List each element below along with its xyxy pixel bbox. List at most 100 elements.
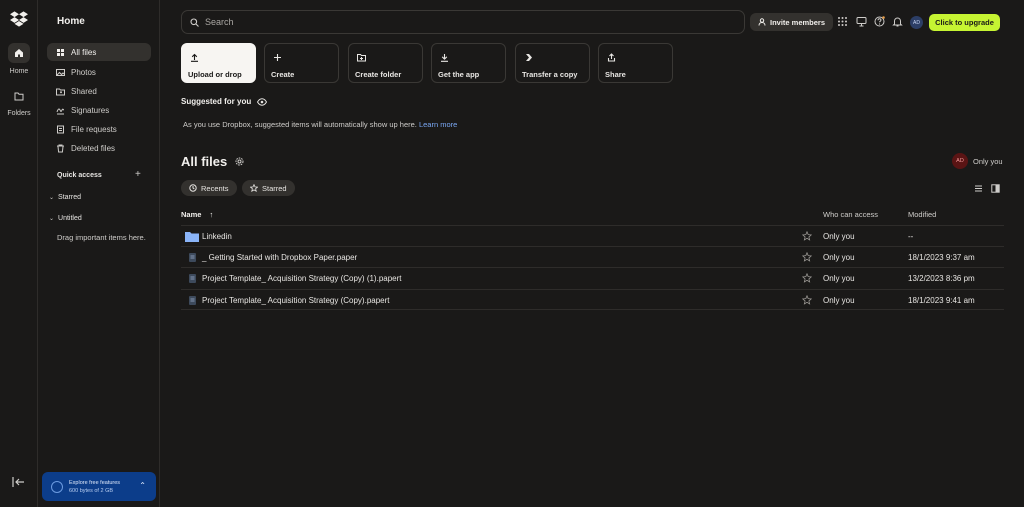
starred-chip-label: Starred [262, 183, 287, 193]
table-row[interactable]: Project Template_ Acquisition Strategy (… [181, 267, 1004, 288]
help-icon[interactable] [874, 16, 885, 27]
upload-button[interactable]: Upload or drop [181, 43, 256, 83]
get-app-button[interactable]: Get the app [431, 43, 506, 83]
sidebar-item-signatures[interactable]: Signatures [47, 101, 151, 119]
transfer-copy-button[interactable]: Transfer a copy [515, 43, 590, 83]
create-label: Create [271, 70, 295, 79]
explore-features-banner[interactable]: Explore free features 600 bytes of 2 GB … [42, 472, 156, 501]
owner-avatar: AD [952, 153, 968, 169]
create-folder-button[interactable]: Create folder [348, 43, 423, 83]
quick-access-title: Quick access [57, 172, 102, 179]
column-name-label: Name [181, 210, 202, 219]
sidebar-item-photos[interactable]: Photos [47, 63, 151, 81]
dropbox-logo-icon[interactable] [10, 11, 28, 27]
notification-bell-icon[interactable] [892, 16, 903, 27]
invite-members-button[interactable]: Invite members [750, 13, 833, 31]
upgrade-button[interactable]: Click to upgrade [929, 14, 1000, 31]
storage-ring-icon [51, 480, 63, 493]
chevron-down-icon: ⌄ [49, 216, 55, 222]
table-row[interactable]: _ Getting Started with Dropbox Paper.pap… [181, 246, 1004, 267]
sidebar-item-label: File requests [71, 124, 117, 134]
sidebar-item-deleted-files[interactable]: Deleted files [47, 139, 151, 157]
access-value: Only you [823, 232, 855, 241]
sidebar: Home All files Photos Shared Signatures … [38, 0, 160, 507]
star-icon[interactable] [802, 273, 812, 283]
feedback-icon[interactable] [856, 16, 867, 27]
file-name[interactable]: Project Template_ Acquisition Strategy (… [202, 296, 390, 305]
photo-icon [56, 68, 65, 76]
sidebar-title: Home [57, 16, 85, 27]
rail-folders-label: Folders [7, 110, 31, 117]
settings-gear-icon[interactable] [235, 157, 244, 166]
details-panel-icon[interactable] [991, 184, 1000, 193]
modified-value: 18/1/2023 9:37 am [908, 253, 975, 262]
sidebar-item-all-files[interactable]: All files [47, 43, 151, 61]
user-add-icon [758, 18, 766, 26]
create-button[interactable]: Create [264, 43, 339, 83]
access-value: Only you [823, 296, 855, 305]
suggested-title: Suggested for you [181, 97, 268, 106]
list-view-icon[interactable] [974, 184, 983, 193]
transfer-icon [526, 54, 532, 61]
file-name[interactable]: Project Template_ Acquisition Strategy (… [202, 274, 402, 283]
upload-label: Upload or drop [188, 70, 242, 79]
untitled-section-toggle[interactable]: ⌄ Untitled [49, 215, 82, 222]
all-files-heading: All files [181, 154, 244, 169]
column-header-modified[interactable]: Modified [908, 210, 936, 219]
table-row[interactable]: Linkedin Only you -- [181, 225, 1004, 246]
signature-icon [56, 107, 65, 114]
star-icon[interactable] [802, 231, 812, 241]
file-name[interactable]: Linkedin [202, 232, 232, 241]
get-app-label: Get the app [438, 70, 480, 79]
suggested-empty-text: As you use Dropbox, suggested items will… [183, 120, 457, 129]
learn-more-link[interactable]: Learn more [419, 120, 457, 129]
share-label: Share [605, 70, 626, 79]
owner-filter[interactable]: AD Only you [952, 153, 1003, 169]
paper-document-icon [189, 274, 196, 283]
starred-section-toggle[interactable]: ⌄ Starred [49, 194, 81, 201]
sidebar-item-shared[interactable]: Shared [47, 82, 151, 100]
folder-icon [14, 92, 24, 100]
rail-folders-button[interactable] [8, 86, 30, 106]
suggested-message: As you use Dropbox, suggested items will… [183, 120, 417, 129]
sidebar-item-label: All files [71, 47, 97, 57]
drag-hint: Drag important items here. [57, 233, 146, 242]
column-header-name[interactable]: Name ↑ [181, 210, 213, 219]
starred-chip[interactable]: Starred [242, 180, 295, 196]
rail-home-button[interactable] [8, 43, 30, 63]
paper-document-icon [189, 253, 196, 262]
star-icon[interactable] [802, 252, 812, 262]
share-icon [607, 53, 616, 62]
all-files-title: All files [181, 154, 228, 169]
table-row[interactable]: Project Template_ Acquisition Strategy (… [181, 289, 1004, 310]
sidebar-item-file-requests[interactable]: File requests [47, 120, 151, 138]
plus-icon [274, 54, 281, 61]
eye-icon[interactable] [257, 97, 268, 106]
sidebar-item-label: Signatures [71, 105, 110, 115]
collapse-sidebar-icon[interactable] [12, 476, 26, 488]
access-value: Only you [823, 274, 855, 283]
search-placeholder: Search [205, 17, 234, 27]
folder-plus-icon [357, 54, 366, 62]
search-icon [190, 17, 199, 27]
rail-home-label: Home [9, 68, 29, 75]
add-quick-access-icon[interactable]: + [135, 170, 141, 180]
trash-icon [57, 144, 64, 152]
suggested-title-text: Suggested for you [181, 97, 252, 106]
apps-grid-icon[interactable] [837, 16, 848, 27]
column-header-who-can-access: Who can access [823, 210, 879, 219]
account-avatar[interactable]: AD [910, 16, 923, 29]
file-request-icon [57, 125, 64, 133]
promo-storage: 600 bytes of 2 GB [69, 487, 114, 494]
star-icon[interactable] [802, 295, 812, 305]
untitled-section-label: Untitled [58, 215, 82, 222]
all-files-icon [57, 48, 64, 56]
owner-filter-label: Only you [973, 156, 1003, 166]
search-input[interactable]: Search [181, 10, 745, 34]
share-button[interactable]: Share [598, 43, 673, 83]
recents-chip[interactable]: Recents [181, 180, 237, 196]
shared-icon [56, 88, 65, 95]
download-icon [441, 54, 448, 62]
file-name[interactable]: _ Getting Started with Dropbox Paper.pap… [202, 253, 357, 262]
starred-section-label: Starred [58, 194, 81, 201]
